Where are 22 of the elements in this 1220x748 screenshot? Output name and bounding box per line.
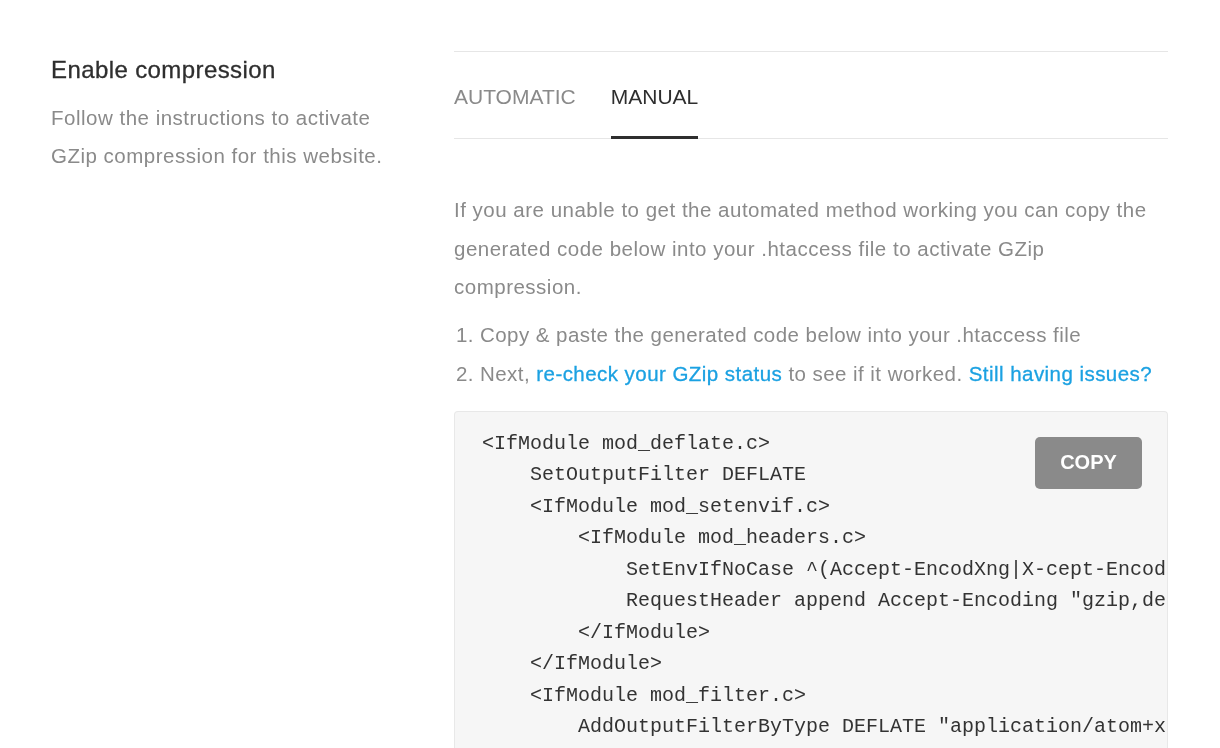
step-text: Next, re-check your GZip status to see if it worked. Still having issues?: [480, 360, 1153, 387]
section-description: Follow the instructions to activate GZip compression for this website.: [51, 105, 384, 169]
step-number: 2.: [456, 360, 474, 387]
code-line: SetOutputFilter DEFLATE: [530, 463, 807, 486]
code-line: </IfModule>: [530, 652, 663, 675]
code-line: <IfModule mod_setenvif.c>: [530, 494, 831, 518]
code-line: </IfModule>: [578, 620, 711, 644]
step-text: Copy & paste the generated code below into your .htaccess file: [480, 321, 1082, 348]
section-title: Enable compression: [51, 56, 276, 84]
code-line: AddOutputFilterByType DEFLATE "application/atom+x: [578, 715, 1167, 738]
code-line: SetEnvIfNoCase ^(Accept-EncodXng|X-cept-Encod: [626, 557, 1167, 581]
code-line: RequestHeader append Accept-Encoding "gzip,de: [626, 589, 1167, 612]
code-line: <IfModule mod_headers.c>: [578, 526, 867, 549]
text-link[interactable]: re-check your GZip status: [536, 361, 783, 385]
code-line: <IfModule mod_deflate.c>: [482, 431, 771, 455]
code-line: <IfModule mod_filter.c>: [530, 683, 807, 707]
tab[interactable]: MANUAL: [610, 52, 699, 139]
intro-text: If you are unable to get the automated method working you can copy the generated code below into your .htaccess file to activate GZip compression.: [454, 197, 1148, 300]
text-link[interactable]: Still having issues?: [968, 361, 1153, 385]
tab[interactable]: AUTOMATIC: [454, 52, 576, 139]
step-number: 1.: [456, 321, 474, 348]
copy-button[interactable]: COPY: [1035, 436, 1142, 489]
